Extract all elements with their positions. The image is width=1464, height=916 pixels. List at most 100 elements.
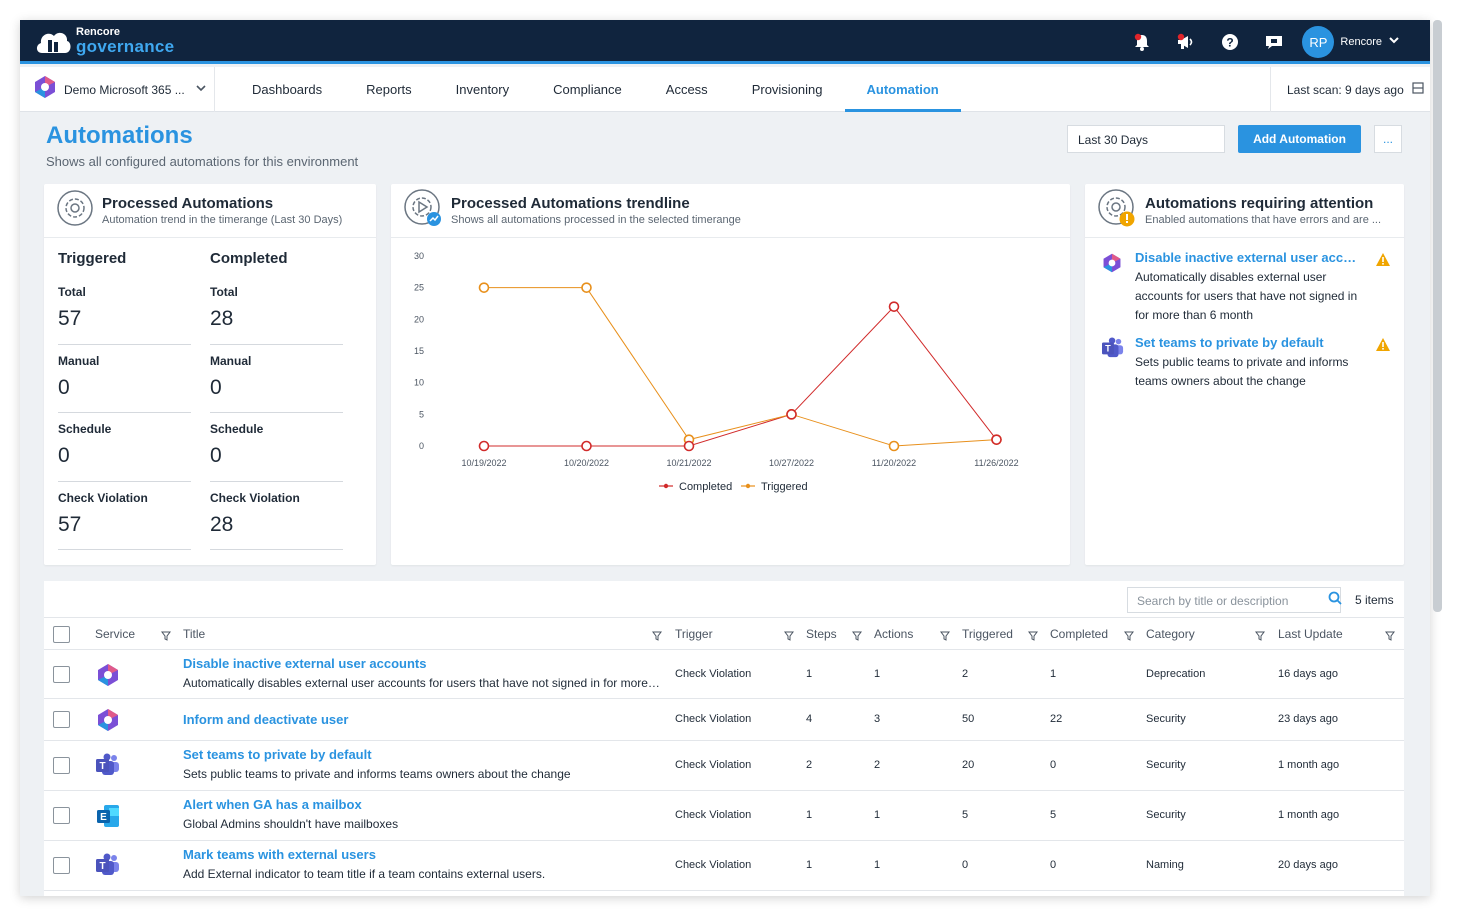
column-header-title[interactable]: Title (183, 627, 205, 641)
stat-value: 0 (58, 444, 70, 467)
select-all-checkbox[interactable] (53, 626, 70, 643)
column-header-completed[interactable]: Completed (1050, 627, 1108, 641)
table-row[interactable]: E Alert when GA has a mailbox Global Admin… (44, 791, 1404, 841)
filter-icon[interactable] (940, 628, 950, 646)
row-checkbox[interactable] (53, 666, 70, 683)
filter-icon[interactable] (852, 628, 862, 646)
cell-actions: 1 (874, 809, 881, 821)
cell-updated: 1 month ago (1278, 759, 1340, 771)
attention-item[interactable]: T Set teams to private by default Sets p… (1101, 335, 1391, 391)
avatar[interactable]: RP (1302, 26, 1335, 58)
cell-trigger: Check Violation (675, 759, 752, 771)
automation-warning-icon (1097, 188, 1137, 233)
y-tick-label: 30 (414, 251, 424, 261)
column-header-last-update[interactable]: Last Update (1278, 627, 1343, 641)
column-header-triggered[interactable]: Triggered (962, 627, 1013, 641)
row-checkbox[interactable] (53, 857, 70, 874)
x-tick-label: 10/19/2022 (461, 458, 506, 468)
filter-icon[interactable] (1028, 628, 1038, 646)
vertical-scrollbar[interactable] (1433, 20, 1442, 612)
column-header-service[interactable]: Service (95, 627, 135, 641)
stat-label: Manual (58, 353, 100, 368)
chevron-down-icon[interactable] (1388, 33, 1400, 51)
cell-steps: 1 (806, 668, 813, 680)
stat-label: Check Violation (210, 490, 300, 505)
table-header: Service Title Trigger Steps Actions Triggered… (44, 617, 1404, 650)
cell-completed: 0 (1050, 859, 1057, 871)
tenant-selector[interactable]: Demo Microsoft 365 ... (20, 67, 215, 112)
card-title: Processed Automations (102, 195, 274, 212)
automation-trend-icon (403, 188, 443, 233)
filter-icon[interactable] (1385, 628, 1395, 646)
table-row[interactable]: Disable inactive external user accounts A… (44, 651, 1404, 699)
filter-icon[interactable] (652, 628, 662, 646)
y-tick-label: 25 (414, 283, 424, 293)
announcement-megaphone-icon[interactable] (1164, 26, 1208, 58)
legend-label: Completed (679, 481, 732, 493)
tab-access[interactable]: Access (644, 67, 730, 112)
data-point-completed (581, 440, 592, 452)
attention-item[interactable]: Disable inactive external user acco... A… (1101, 250, 1391, 325)
attention-item-title[interactable]: Set teams to private by default (1135, 335, 1360, 350)
processed-automations-card: Processed Automations Automation trend i… (44, 184, 376, 565)
app-logo[interactable]: Rencore governance (34, 26, 174, 56)
help-icon[interactable]: ? (1208, 26, 1252, 58)
attention-item-title[interactable]: Disable inactive external user acco... (1135, 250, 1360, 265)
tab-compliance[interactable]: Compliance (531, 67, 644, 112)
filter-icon[interactable] (784, 628, 794, 646)
cell-trigger: Check Violation (675, 809, 752, 821)
column-header-steps[interactable]: Steps (806, 627, 837, 641)
tab-reports[interactable]: Reports (344, 67, 434, 112)
row-checkbox[interactable] (53, 757, 70, 774)
column-header-trigger[interactable]: Trigger (675, 627, 713, 641)
automation-title-link[interactable]: Disable inactive external user accounts (183, 656, 427, 671)
cell-triggered: 5 (962, 809, 969, 821)
filter-icon[interactable] (1124, 628, 1134, 646)
notification-bell-icon[interactable] (1120, 26, 1164, 58)
svg-text:T: T (1105, 344, 1111, 354)
cell-completed: 5 (1050, 809, 1057, 821)
column-header-actions[interactable]: Actions (874, 627, 913, 641)
page-title: Automations (46, 122, 193, 149)
row-checkbox[interactable] (53, 711, 70, 728)
teams-icon: T (1101, 335, 1125, 391)
automation-title-link[interactable]: Inform and deactivate user (183, 712, 348, 727)
table-row[interactable]: Inform and deactivate user Check Violatio… (44, 699, 1404, 741)
feedback-icon[interactable] (1252, 26, 1296, 58)
table-row[interactable]: T Set teams to private by default Sets pub… (44, 741, 1404, 791)
x-tick-label: 10/20/2022 (564, 458, 609, 468)
legend-marker-triggered (745, 483, 751, 489)
svg-text:T: T (99, 861, 105, 872)
column-header-category[interactable]: Category (1146, 627, 1195, 641)
tab-automation[interactable]: Automation (844, 67, 961, 112)
add-automation-button[interactable]: Add Automation (1238, 125, 1361, 153)
chevron-down-icon[interactable] (195, 81, 207, 99)
stat-label: Schedule (58, 422, 112, 436)
tab-dashboards[interactable]: Dashboards (230, 67, 344, 112)
table-row[interactable]: T Mark teams with external users Add Exter… (44, 841, 1404, 891)
y-tick-label: 20 (414, 314, 424, 324)
data-point-completed (478, 440, 490, 452)
stat-value: 57 (58, 512, 82, 536)
tab-provisioning[interactable]: Provisioning (730, 67, 845, 112)
tenant-name: Demo Microsoft 365 ... (64, 82, 185, 97)
exchange-icon: E (95, 803, 121, 829)
cell-category: Naming (1146, 859, 1184, 871)
scan-details-icon[interactable] (1412, 82, 1424, 97)
cell-steps: 4 (806, 713, 813, 725)
time-range-select[interactable]: Last 30 Days (1067, 125, 1225, 153)
automation-title-link[interactable]: Set teams to private by default (183, 747, 372, 762)
cell-trigger: Check Violation (675, 668, 752, 680)
filter-icon[interactable] (161, 628, 171, 646)
tab-inventory[interactable]: Inventory (434, 67, 531, 112)
cell-triggered: 50 (962, 713, 975, 725)
automation-title-link[interactable]: Alert when GA has a mailbox (183, 797, 362, 812)
automation-gear-icon (56, 189, 94, 232)
automation-title-link[interactable]: Mark teams with external users (183, 847, 376, 862)
user-name[interactable]: Rencore (1340, 36, 1382, 48)
search-input[interactable]: Search by title or description (1127, 587, 1341, 613)
last-scan-text: Last scan: 9 days ago (1287, 82, 1404, 97)
row-checkbox[interactable] (53, 807, 70, 824)
more-options-button[interactable]: ... (1374, 125, 1402, 153)
filter-icon[interactable] (1255, 628, 1265, 646)
